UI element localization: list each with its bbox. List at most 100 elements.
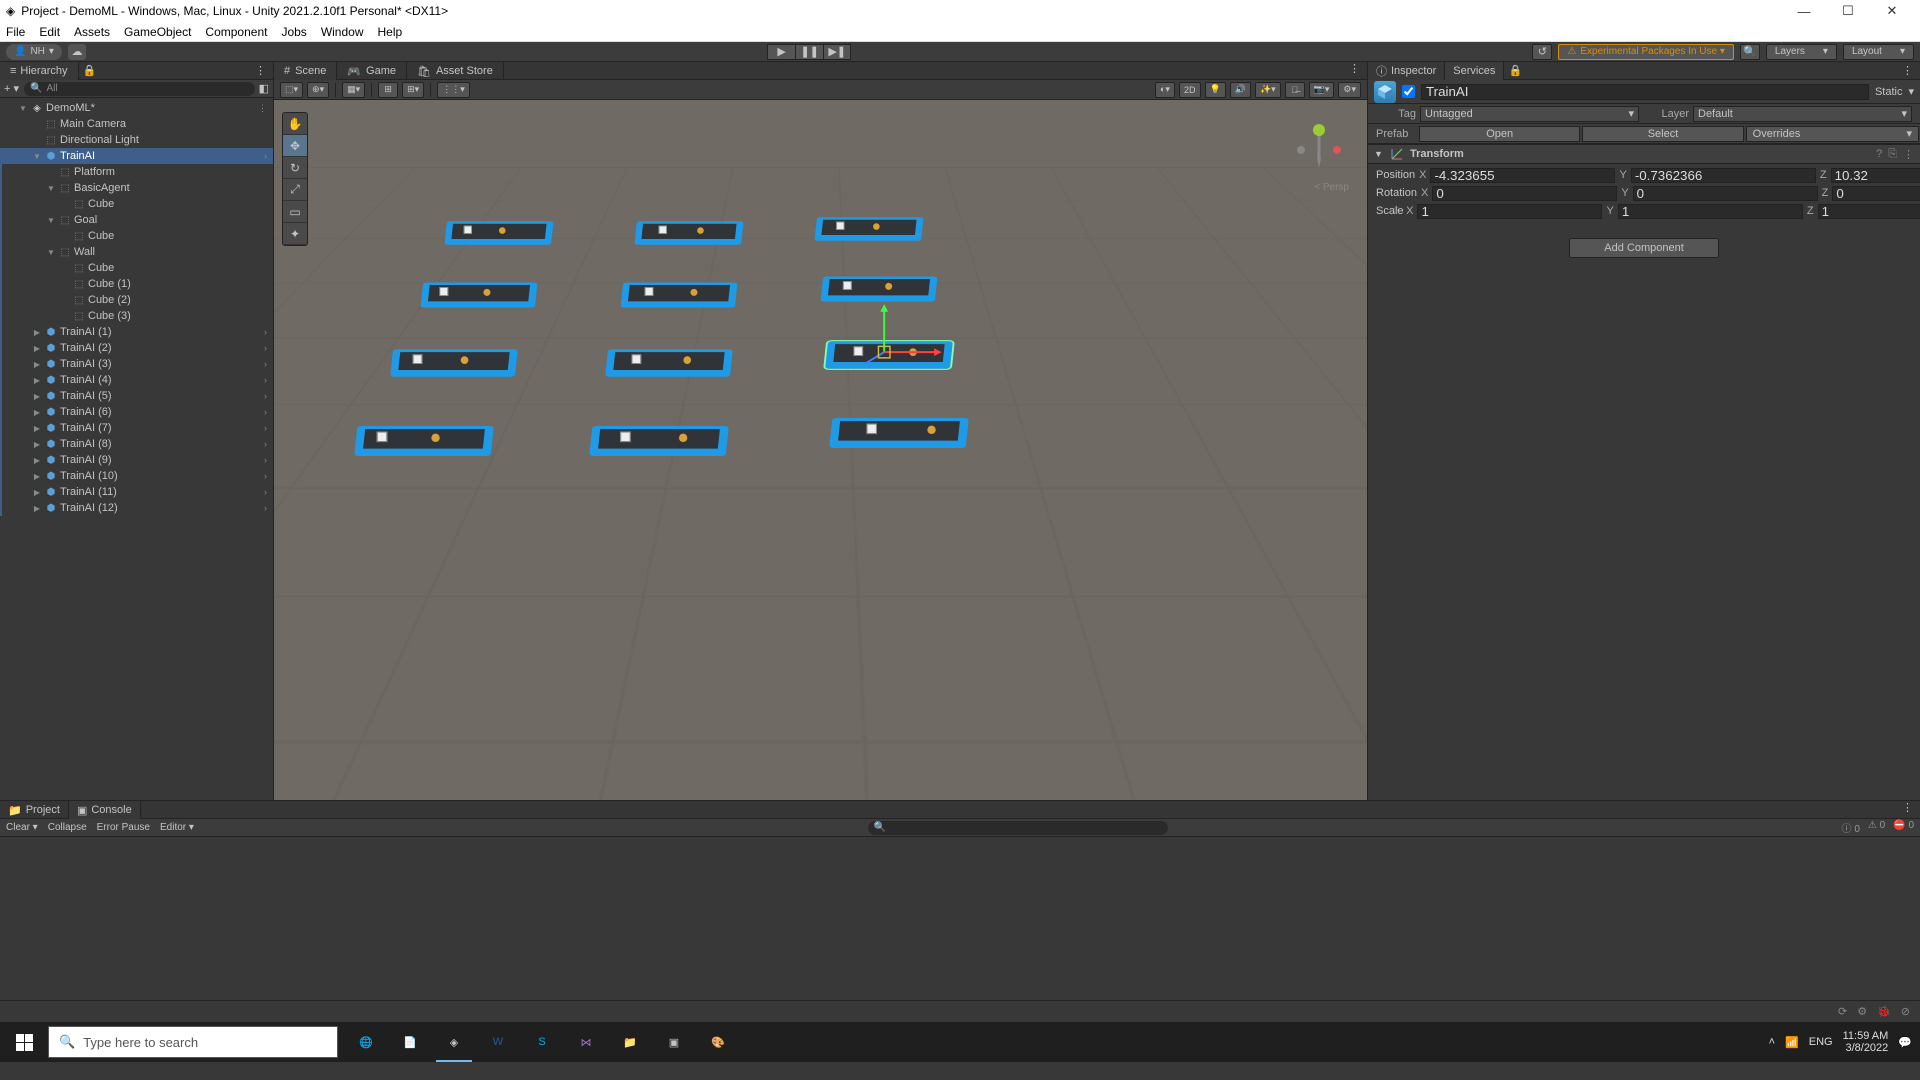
layers-dropdown[interactable]: Layers▾ [1766,44,1837,60]
global-search-button[interactable]: 🔍 [1740,44,1760,60]
hierarchy-search[interactable]: 🔍All [24,82,255,96]
menu-window[interactable]: Window [321,25,364,39]
console-search[interactable]: 🔍 [868,821,1168,835]
tab-hierarchy[interactable]: ≡Hierarchy [0,62,79,80]
menu-gameobject[interactable]: GameObject [124,25,191,39]
hierarchy-item-trainai-3[interactable]: ▶⬢TrainAI (3)› [0,356,273,372]
position-y-input[interactable] [1631,168,1816,183]
platform-instance[interactable] [392,341,517,385]
hierarchy-item-trainai-2[interactable]: ▶⬢TrainAI (2)› [0,340,273,356]
camera-flare-toggle[interactable]: 📷▾ [1309,82,1335,98]
console-error-count[interactable]: ⛔ 0 [1893,820,1914,835]
start-button[interactable] [0,1022,48,1062]
tray-notifications-icon[interactable]: 💬 [1898,1036,1912,1049]
hierarchy-item-trainai-9[interactable]: ▶⬢TrainAI (9)› [0,452,273,468]
bottom-panel-menu[interactable]: ⋮ [1896,801,1920,818]
hierarchy-item-cube-w2[interactable]: Cube (2) [0,292,273,308]
panel-lock-icon[interactable]: 🔒 [79,64,101,77]
undo-history-button[interactable]: ↺ [1532,44,1552,60]
hierarchy-item-trainai-12[interactable]: ▶⬢TrainAI (12)› [0,500,273,516]
hierarchy-item-trainai-4[interactable]: ▶⬢TrainAI (4)› [0,372,273,388]
snap-toggle[interactable]: ⊞ [378,82,398,98]
hierarchy-item-trainai[interactable]: ▼⬢TrainAI› [0,148,273,164]
hierarchy-item-trainai-7[interactable]: ▶⬢TrainAI (7)› [0,420,273,436]
menu-help[interactable]: Help [378,25,403,39]
position-z-input[interactable] [1831,168,1920,183]
platform-instance[interactable] [607,341,732,385]
platform-instance[interactable] [622,275,736,315]
step-button[interactable]: ▶❚ [823,44,851,60]
menu-file[interactable]: File [6,25,25,39]
component-menu-icon[interactable]: ⋮ [1903,148,1914,161]
draw-mode-dropdown[interactable]: ◐▾ [1155,82,1175,98]
console-editor-dropdown[interactable]: Editor ▾ [160,822,194,833]
play-button[interactable]: ▶ [767,44,795,60]
console-log-area[interactable] [0,837,1920,1000]
console-warn-count[interactable]: ⚠ 0 [1868,820,1885,835]
platform-instance[interactable] [636,214,743,252]
layer-dropdown[interactable]: Default▾ [1693,106,1912,122]
rotate-tool[interactable]: ↻ [283,157,307,179]
snap-increment[interactable]: ⋮⋮▾ [437,82,470,98]
tab-services[interactable]: Services [1445,62,1504,80]
help-icon[interactable]: ? [1876,148,1882,161]
console-info-count[interactable]: ⓘ 0 [1842,820,1860,835]
prefab-cube-icon[interactable] [1374,81,1396,103]
hierarchy-item-goal[interactable]: ▼Goal [0,212,273,228]
taskbar-app-skype[interactable]: S [520,1022,564,1062]
minimize-button[interactable]: — [1782,0,1826,22]
tray-wifi-icon[interactable]: 📶 [1785,1036,1799,1049]
lighting-toggle[interactable]: 💡 [1205,82,1226,98]
tab-inspector[interactable]: ⓘInspector [1368,62,1445,80]
prefab-arrow-icon[interactable]: › [264,151,267,161]
menu-assets[interactable]: Assets [74,25,110,39]
tool-handle-rotation[interactable]: ⬚▾ [280,82,303,98]
move-gizmo-icon[interactable] [865,304,951,371]
hierarchy-item-trainai-11[interactable]: ▶⬢TrainAI (11)› [0,484,273,500]
rotation-z-input[interactable] [1832,186,1920,201]
audio-toggle[interactable]: 🔊 [1230,82,1251,98]
tab-game[interactable]: 🎮Game [337,62,407,80]
platform-instance[interactable] [816,210,923,248]
menu-component[interactable]: Component [205,25,267,39]
tray-chevron-icon[interactable]: ˄ [1769,1036,1775,1048]
menu-jobs[interactable]: Jobs [281,25,306,39]
platform-instance-selected[interactable] [827,333,952,377]
hierarchy-item-cube-w0[interactable]: Cube [0,260,273,276]
taskbar-app-explorer[interactable]: 📁 [608,1022,652,1062]
gameobject-name-input[interactable] [1421,84,1869,100]
transform-tool[interactable]: ✦ [283,223,307,245]
hierarchy-item-cube[interactable]: Cube [0,196,273,212]
inspector-panel-menu[interactable]: ⋮ [1896,64,1920,77]
preset-icon[interactable]: ⎘ [1888,148,1897,161]
console-clear-button[interactable]: Clear ▾ [6,822,38,833]
cloud-button[interactable]: ☁ [68,44,86,60]
scale-tool[interactable]: ⤢ [283,179,307,201]
tray-clock[interactable]: 11:59 AM 3/8/2022 [1843,1030,1889,1054]
hierarchy-item-trainai-6[interactable]: ▶⬢TrainAI (6)› [0,404,273,420]
menu-edit[interactable]: Edit [39,25,60,39]
grid-toggle[interactable]: ▦▾ [342,82,365,98]
move-tool[interactable]: ✥ [283,135,307,157]
hierarchy-tree[interactable]: ▼◈DemoML*⋮ Main Camera Directional Light… [0,98,273,800]
taskbar-app-word[interactable]: W [476,1022,520,1062]
static-dropdown-icon[interactable]: ▾ [1908,85,1914,98]
hierarchy-item-main-camera[interactable]: Main Camera [0,116,273,132]
rect-tool[interactable]: ▭ [283,201,307,223]
orientation-gizmo[interactable] [1289,118,1349,178]
hierarchy-item-trainai-10[interactable]: ▶⬢TrainAI (10)› [0,468,273,484]
scene-panel-menu[interactable]: ⋮ [1343,62,1367,79]
hierarchy-item-trainai-8[interactable]: ▶⬢TrainAI (8)› [0,436,273,452]
taskbar-app-notepad[interactable]: 📄 [388,1022,432,1062]
taskbar-app-terminal[interactable]: ▣ [652,1022,696,1062]
platform-instance[interactable] [446,214,553,252]
pause-button[interactable]: ❚❚ [795,44,823,60]
platform-instance[interactable] [422,275,536,315]
add-component-button[interactable]: Add Component [1569,238,1719,258]
taskbar-search[interactable]: 🔍Type here to search [48,1026,338,1058]
account-dropdown[interactable]: 👤 NH ▾ [6,44,62,60]
component-fold-icon[interactable]: ▼ [1374,149,1384,159]
snap-settings[interactable]: ⊞▾ [402,82,424,98]
2d-toggle[interactable]: 2D [1179,82,1201,98]
close-button[interactable]: ✕ [1870,0,1914,22]
